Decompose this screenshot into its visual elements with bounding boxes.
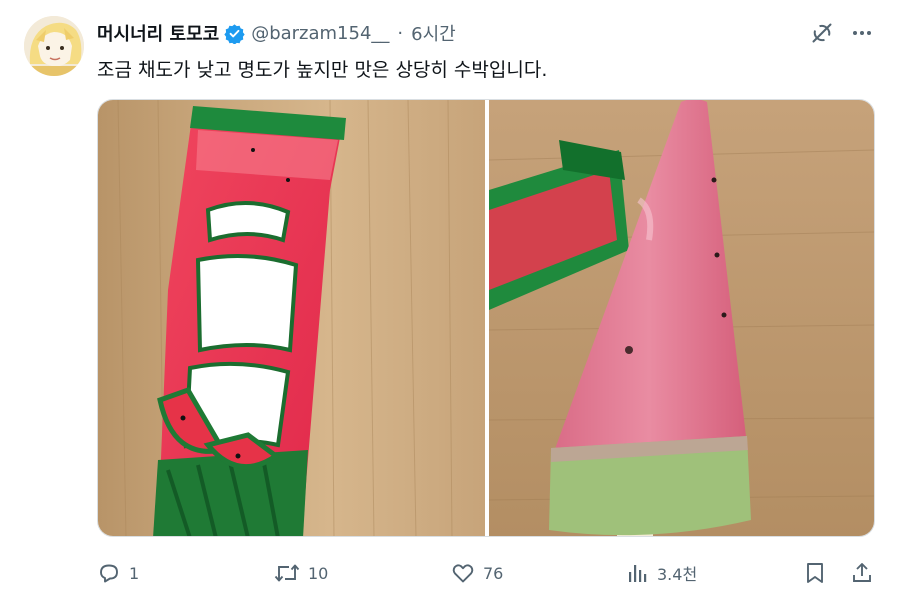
grok-icon: [812, 23, 832, 43]
unwrapped-watermelon-bar-photo[interactable]: [488, 100, 874, 536]
verified-badge-icon: [224, 23, 245, 44]
post-time[interactable]: 6시간: [411, 20, 456, 46]
analytics-bars-icon: [629, 565, 647, 582]
bookmark-button[interactable]: [804, 556, 826, 590]
repost-icon: [274, 564, 300, 582]
action-bar: 1 10 76 3.4천: [97, 556, 877, 590]
watermelon-bar-wrapper-photo[interactable]: [98, 100, 485, 536]
heart-icon: [452, 564, 474, 583]
separator-dot: ·: [397, 22, 404, 44]
like-count: 76: [483, 563, 504, 583]
views-button[interactable]: 3.4천: [627, 556, 697, 590]
bookmark-icon: [807, 563, 823, 583]
more-options-button[interactable]: [848, 19, 876, 47]
author-handle[interactable]: @barzam154__: [251, 23, 389, 44]
tweet-text: 조금 채도가 낮고 명도가 높지만 맛은 상당히 수박입니다.: [97, 59, 548, 81]
avatar-illustration: [24, 16, 84, 76]
like-button[interactable]: 76: [451, 556, 503, 590]
reply-icon: [100, 564, 118, 583]
repost-button[interactable]: 10: [274, 556, 328, 590]
avatar[interactable]: [24, 16, 84, 76]
tweet-header: 머시너리 토모코 @barzam154__ · 6시간: [97, 20, 456, 46]
reply-button[interactable]: 1: [97, 556, 139, 590]
share-button[interactable]: [850, 556, 874, 590]
more-dots-icon: [853, 31, 871, 35]
grok-button[interactable]: [808, 19, 836, 47]
media-grid: [97, 99, 875, 537]
repost-count: 10: [308, 563, 329, 583]
share-icon: [853, 563, 871, 582]
reply-count: 1: [129, 563, 140, 583]
author-name[interactable]: 머시너리 토모코: [97, 20, 219, 46]
views-count: 3.4천: [657, 565, 698, 584]
